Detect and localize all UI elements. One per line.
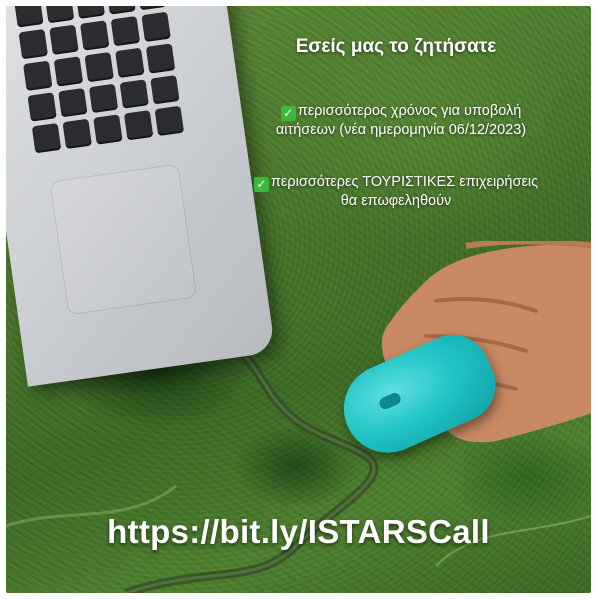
bullet-line: θα επωφεληθούν — [340, 193, 452, 209]
mouse-wheel — [377, 391, 403, 412]
call-link: https://bit.ly/ISTARSCall — [107, 513, 490, 550]
headline: Εσείς μας το ζητήσατε — [295, 36, 497, 57]
bullet-line: αιτήσεων (νέα ημερομηνία 06/12/2023) — [275, 122, 527, 138]
laptop-trackpad — [49, 163, 198, 316]
bullet-line: περισσότερες ΤΟΥΡΙΣΤΙΚΕΣ επιχειρήσεις — [270, 174, 539, 190]
laptop-keyboard — [10, 6, 185, 154]
bullet-line: περισσότερος χρόνος για υποβολή — [297, 103, 522, 119]
promo-image: Εσείς μας το ζητήσατε ✓ περισσότερος χρόν… — [6, 6, 591, 593]
bullet-more-time: ✓ περισσότερος χρόνος για υποβολή αιτήσεω… — [216, 102, 586, 140]
check-mark-icon: ✓ — [280, 106, 296, 121]
bullet-more-businesses: ✓ περισσότερες ΤΟΥΡΙΣΤΙΚΕΣ επιχειρήσεις θ… — [201, 173, 591, 211]
check-mark-icon: ✓ — [253, 177, 269, 192]
